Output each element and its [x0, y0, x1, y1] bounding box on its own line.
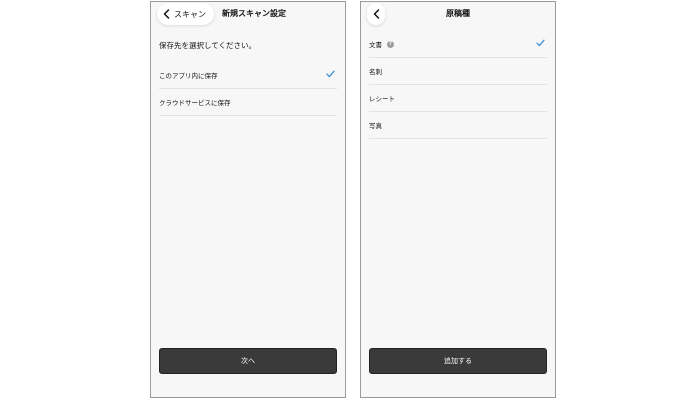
document-type-screen: 原稿種 文書 ? 名刺 レシート 写真 追加する — [360, 1, 556, 398]
next-button[interactable]: 次へ — [159, 348, 337, 374]
chevron-left-icon — [163, 9, 170, 19]
prompt-text: 保存先を選択してください。 — [159, 41, 257, 50]
save-destination-screen: スキャン 新規スキャン設定 保存先を選択してください。 このアプリ内に保存 クラ… — [150, 1, 346, 398]
nav-bar: スキャン 新規スキャン設定 — [151, 2, 345, 28]
option-save-in-app[interactable]: このアプリ内に保存 — [159, 62, 337, 89]
add-button[interactable]: 追加する — [369, 348, 547, 374]
page-title: 原稿種 — [446, 9, 470, 18]
option-photo[interactable]: 写真 — [369, 112, 547, 139]
page-title: 新規スキャン設定 — [222, 9, 286, 18]
option-business-card[interactable]: 名刺 — [369, 58, 547, 85]
nav-bar: 原稿種 — [361, 2, 555, 28]
option-label: レシート — [369, 95, 395, 103]
option-document[interactable]: 文書 ? — [369, 31, 547, 58]
destination-list: このアプリ内に保存 クラウドサービスに保存 — [159, 62, 337, 116]
option-label: クラウドサービスに保存 — [159, 99, 231, 107]
option-label: 文書 — [369, 41, 382, 49]
option-label: 名刺 — [369, 68, 382, 76]
option-receipt[interactable]: レシート — [369, 85, 547, 112]
option-label: このアプリ内に保存 — [159, 72, 218, 80]
checkmark-icon — [536, 39, 545, 49]
option-label: 写真 — [369, 122, 382, 130]
checkmark-icon — [326, 70, 335, 80]
question-circle-icon[interactable]: ? — [387, 40, 394, 48]
document-type-list: 文書 ? 名刺 レシート 写真 — [369, 31, 547, 139]
option-save-cloud[interactable]: クラウドサービスに保存 — [159, 89, 337, 116]
